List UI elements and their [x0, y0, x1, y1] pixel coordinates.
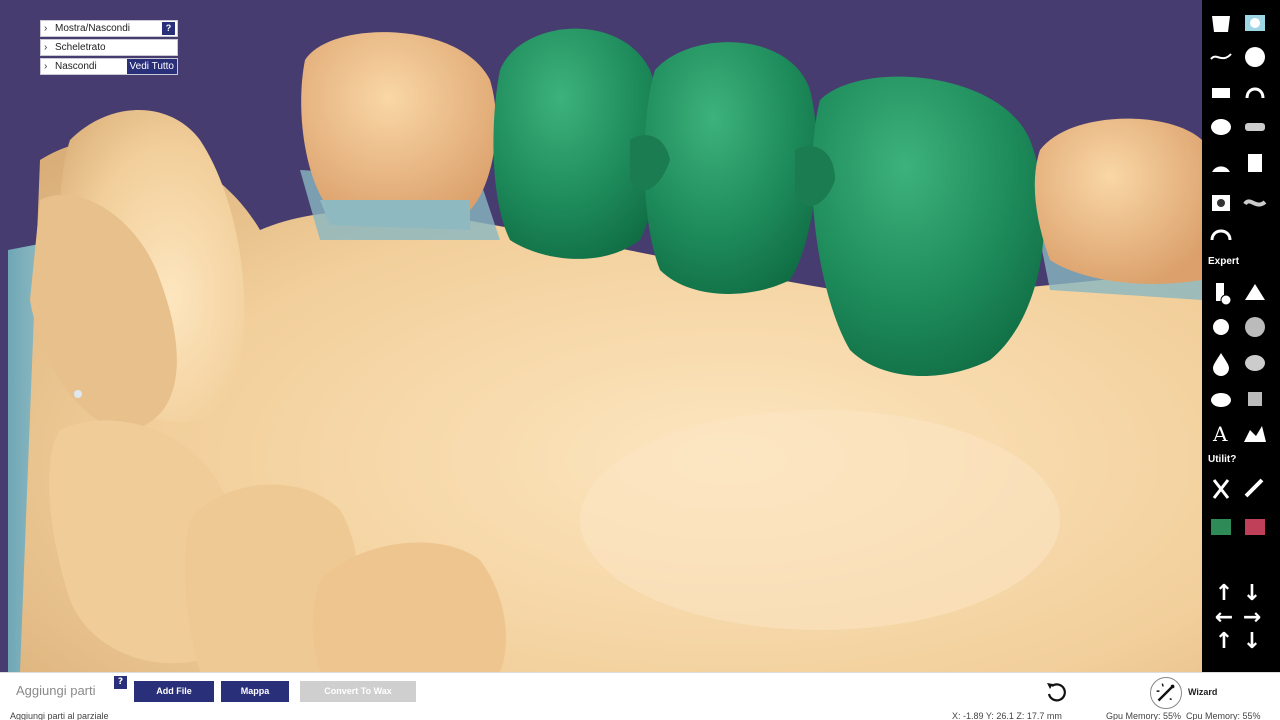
tree-item-label: Nascondi	[55, 61, 97, 72]
connector-icon[interactable]	[1240, 78, 1270, 108]
bottom-action-bar: Aggiungi parti ? Add File Mappa Convert …	[0, 672, 1280, 710]
svg-text:A: A	[1212, 422, 1228, 446]
chevron-right-icon: ›	[44, 42, 48, 53]
sculpt-icon[interactable]	[1206, 312, 1236, 342]
cursor-coordinates: X: -1.89 Y: 26.1 Z: 17.7 mm	[952, 711, 1062, 720]
status-bar: Aggiungi parti al parziale X: -1.89 Y: 2…	[0, 710, 1280, 720]
texture-icon[interactable]	[1240, 312, 1270, 342]
cut-icon[interactable]	[1206, 384, 1236, 414]
merge-icon[interactable]	[1206, 512, 1236, 542]
arrow-up-icon[interactable]: ↑	[1212, 630, 1236, 654]
chevron-right-icon: ›	[44, 23, 48, 34]
wizard-button-label[interactable]: Wizard	[1188, 687, 1217, 697]
arch-icon[interactable]	[1206, 220, 1236, 250]
gpu-memory: Gpu Memory: 55%	[1106, 711, 1182, 720]
cylinder-icon[interactable]	[1240, 384, 1270, 414]
arrow-right-icon[interactable]: →	[1240, 606, 1264, 630]
show-all-button[interactable]: Vedi Tutto	[126, 59, 177, 74]
text-icon[interactable]: A	[1206, 418, 1236, 448]
object-tree-panel: › Mostra/Nascondi ? › Scheletrato › Nasc…	[40, 20, 178, 77]
arrow-down-icon[interactable]: ↓	[1240, 582, 1264, 606]
help-button[interactable]: ?	[114, 676, 127, 689]
bar-icon[interactable]	[1240, 112, 1270, 142]
box-icon[interactable]	[1206, 188, 1236, 218]
retention-icon[interactable]	[1240, 148, 1270, 178]
tree-item-scheletrato[interactable]: › Scheletrato	[40, 39, 178, 56]
status-hint: Aggiungi parti al parziale	[10, 711, 109, 720]
dental-model-render	[8, 28, 1202, 672]
terrain-icon[interactable]	[1240, 418, 1270, 448]
arrow-down-icon[interactable]: ↓	[1240, 630, 1264, 654]
visibility-icon[interactable]	[1240, 8, 1270, 38]
brush-icon[interactable]	[1240, 474, 1270, 504]
clasp-icon[interactable]	[1206, 78, 1236, 108]
tree-item-label: Mostra/Nascondi	[55, 23, 131, 34]
cpu-memory: Cpu Memory: 55%	[1186, 711, 1261, 720]
mesh-icon[interactable]	[1240, 42, 1270, 72]
shape-icon[interactable]	[1240, 278, 1270, 308]
right-toolbar: Expert A Utilit? ↑ ↓ ← → ↑ ↓	[1202, 0, 1280, 672]
split-icon[interactable]	[1240, 512, 1270, 542]
tree-item-show-hide[interactable]: › Mostra/Nascondi ?	[40, 20, 178, 37]
smooth-icon[interactable]	[1240, 348, 1270, 378]
wizard-icon[interactable]	[1150, 677, 1182, 709]
arrow-up-icon[interactable]: ↑	[1212, 582, 1236, 606]
arrow-left-icon[interactable]: ←	[1212, 606, 1236, 630]
section-expert-label: Expert	[1208, 256, 1240, 267]
add-part-icon[interactable]	[1206, 278, 1236, 308]
mappa-button[interactable]: Mappa	[221, 681, 289, 702]
chevron-right-icon: ›	[44, 61, 48, 72]
half-circle-icon[interactable]	[1206, 148, 1236, 178]
convert-to-wax-button[interactable]: Convert To Wax	[300, 681, 416, 702]
panel-title: Aggiungi parti	[16, 683, 96, 698]
tree-item-label: Scheletrato	[55, 42, 106, 53]
undo-icon[interactable]	[1044, 680, 1068, 704]
section-utilities-label: Utilit?	[1208, 454, 1237, 465]
model-icon[interactable]	[1206, 8, 1236, 38]
drop-icon[interactable]	[1206, 348, 1236, 378]
3d-viewport[interactable]: › Mostra/Nascondi ? › Scheletrato › Nasc…	[0, 0, 1202, 672]
tree-item-hide[interactable]: › Nascondi Vedi Tutto	[40, 58, 178, 75]
tooth-icon[interactable]	[1206, 112, 1236, 142]
add-file-button[interactable]: Add File	[134, 681, 214, 702]
wave-icon[interactable]	[1240, 188, 1270, 218]
spline-icon[interactable]	[1206, 42, 1236, 72]
scissors-icon[interactable]	[1206, 474, 1236, 504]
help-button[interactable]: ?	[162, 22, 175, 35]
